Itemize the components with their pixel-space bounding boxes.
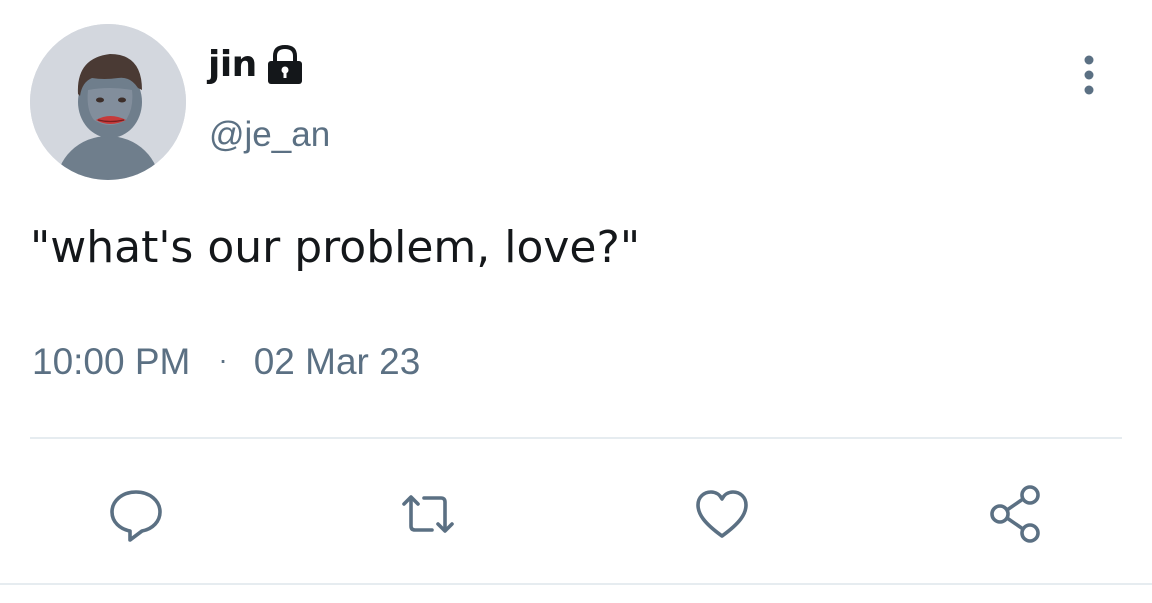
avatar-image [30, 24, 186, 180]
divider [30, 437, 1122, 439]
tweet-meta: 10:00 PM · 02 Mar 23 [32, 340, 420, 384]
lock-icon [265, 44, 305, 86]
retweet-icon [402, 495, 454, 533]
tweet-text: "what's our problem, love?" [30, 222, 641, 273]
tweet-time[interactable]: 10:00 PM [32, 340, 190, 384]
share-button[interactable] [984, 482, 1048, 546]
display-name[interactable]: jin [208, 47, 257, 83]
share-icon [990, 485, 1040, 543]
name-row: jin [208, 40, 305, 90]
like-button[interactable] [690, 482, 754, 546]
more-vertical-icon [1084, 55, 1094, 95]
tweet-date[interactable]: 02 Mar 23 [254, 340, 421, 384]
reply-icon [110, 490, 162, 542]
tweet-card: jin @je_an "what's our problem, love?" 1… [0, 0, 1152, 603]
heart-icon [696, 490, 748, 538]
avatar[interactable] [30, 24, 186, 180]
meta-separator: · [218, 344, 228, 376]
more-options-button[interactable] [1072, 54, 1106, 98]
retweet-button[interactable] [396, 482, 460, 546]
reply-button[interactable] [104, 482, 168, 546]
user-handle[interactable]: @je_an [209, 117, 330, 152]
bottom-divider [0, 583, 1152, 585]
